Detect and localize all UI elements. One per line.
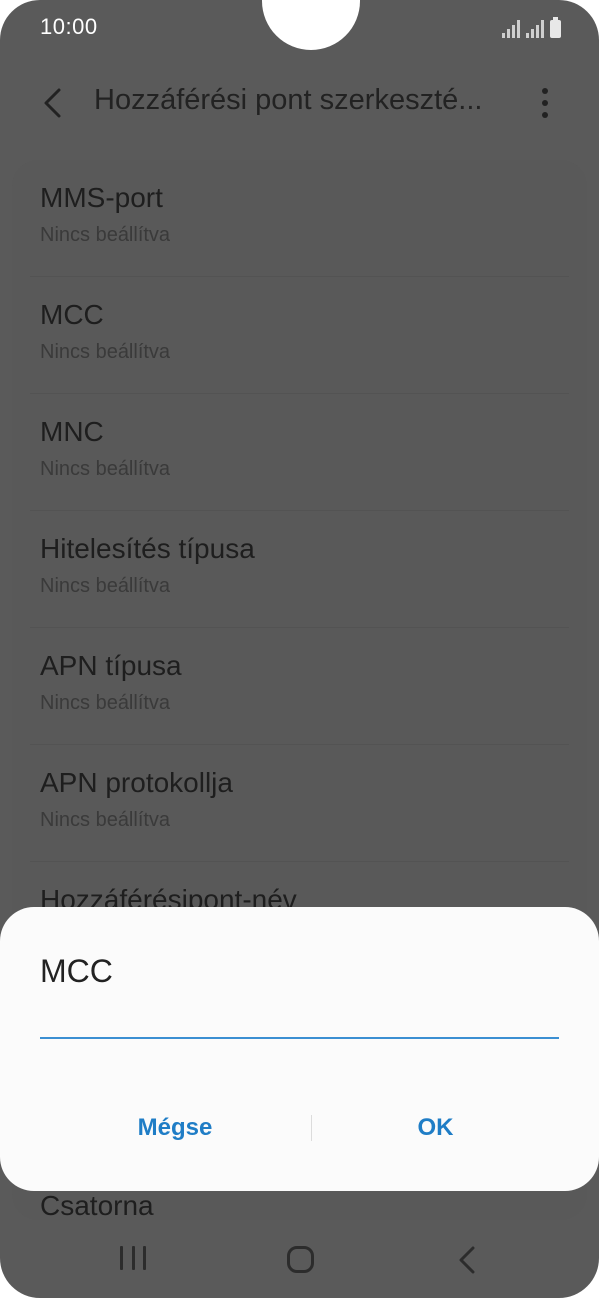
list-item-value: Nincs beállítva	[40, 458, 171, 480]
more-vertical-icon[interactable]	[532, 86, 558, 120]
list-item-mms-port[interactable]: MMS-port Nincs beállítva	[12, 160, 587, 277]
camera-notch	[262, 0, 360, 50]
nav-back-icon[interactable]	[456, 1245, 478, 1275]
list-item-apn-type[interactable]: APN típusa Nincs beállítva	[12, 628, 587, 745]
signal-icon	[502, 20, 520, 38]
list-item-value: Nincs beállítva	[40, 575, 171, 597]
list-item-channel[interactable]: Csatorna	[40, 1190, 154, 1222]
ok-button[interactable]: OK	[312, 1103, 559, 1153]
list-item-title: MNC	[40, 416, 104, 447]
list-item-mnc[interactable]: MNC Nincs beállítva	[12, 394, 587, 511]
recents-icon[interactable]	[120, 1246, 146, 1272]
page-title: Hozzáférési pont szerkeszté...	[94, 84, 483, 116]
app-bar: Hozzáférési pont szerkeszté...	[0, 70, 599, 136]
list-item-title: APN típusa	[40, 650, 182, 681]
list-item-value: Nincs beállítva	[40, 692, 171, 714]
list-item-title: MMS-port	[40, 182, 163, 213]
list-item-apn-protocol[interactable]: APN protokollja Nincs beállítva	[12, 745, 587, 862]
battery-icon	[550, 17, 561, 38]
list-item-auth-type[interactable]: Hitelesítés típusa Nincs beállítva	[12, 511, 587, 628]
list-item-value: Nincs beállítva	[40, 341, 171, 363]
home-icon[interactable]	[287, 1246, 314, 1273]
cancel-button[interactable]: Mégse	[40, 1103, 310, 1153]
list-item-mcc[interactable]: MCC Nincs beállítva	[12, 277, 587, 394]
list-item-title: Hitelesítés típusa	[40, 533, 255, 564]
list-item-value: Nincs beállítva	[40, 224, 171, 246]
phone-screen: 10:00 Hozzáférési pont szerkeszté... MMS…	[0, 0, 599, 1298]
mcc-dialog: MCC Mégse OK	[0, 907, 599, 1191]
mcc-input[interactable]	[40, 999, 559, 1039]
signal-icon-2	[526, 20, 544, 38]
list-item-title: APN protokollja	[40, 767, 233, 798]
navigation-bar	[0, 1228, 599, 1290]
dialog-title: MCC	[40, 953, 113, 989]
status-time: 10:00	[40, 14, 98, 39]
back-arrow-icon[interactable]	[40, 86, 70, 120]
list-item-value: Nincs beállítva	[40, 809, 171, 831]
list-item-title: MCC	[40, 299, 104, 330]
status-icons	[502, 16, 561, 38]
